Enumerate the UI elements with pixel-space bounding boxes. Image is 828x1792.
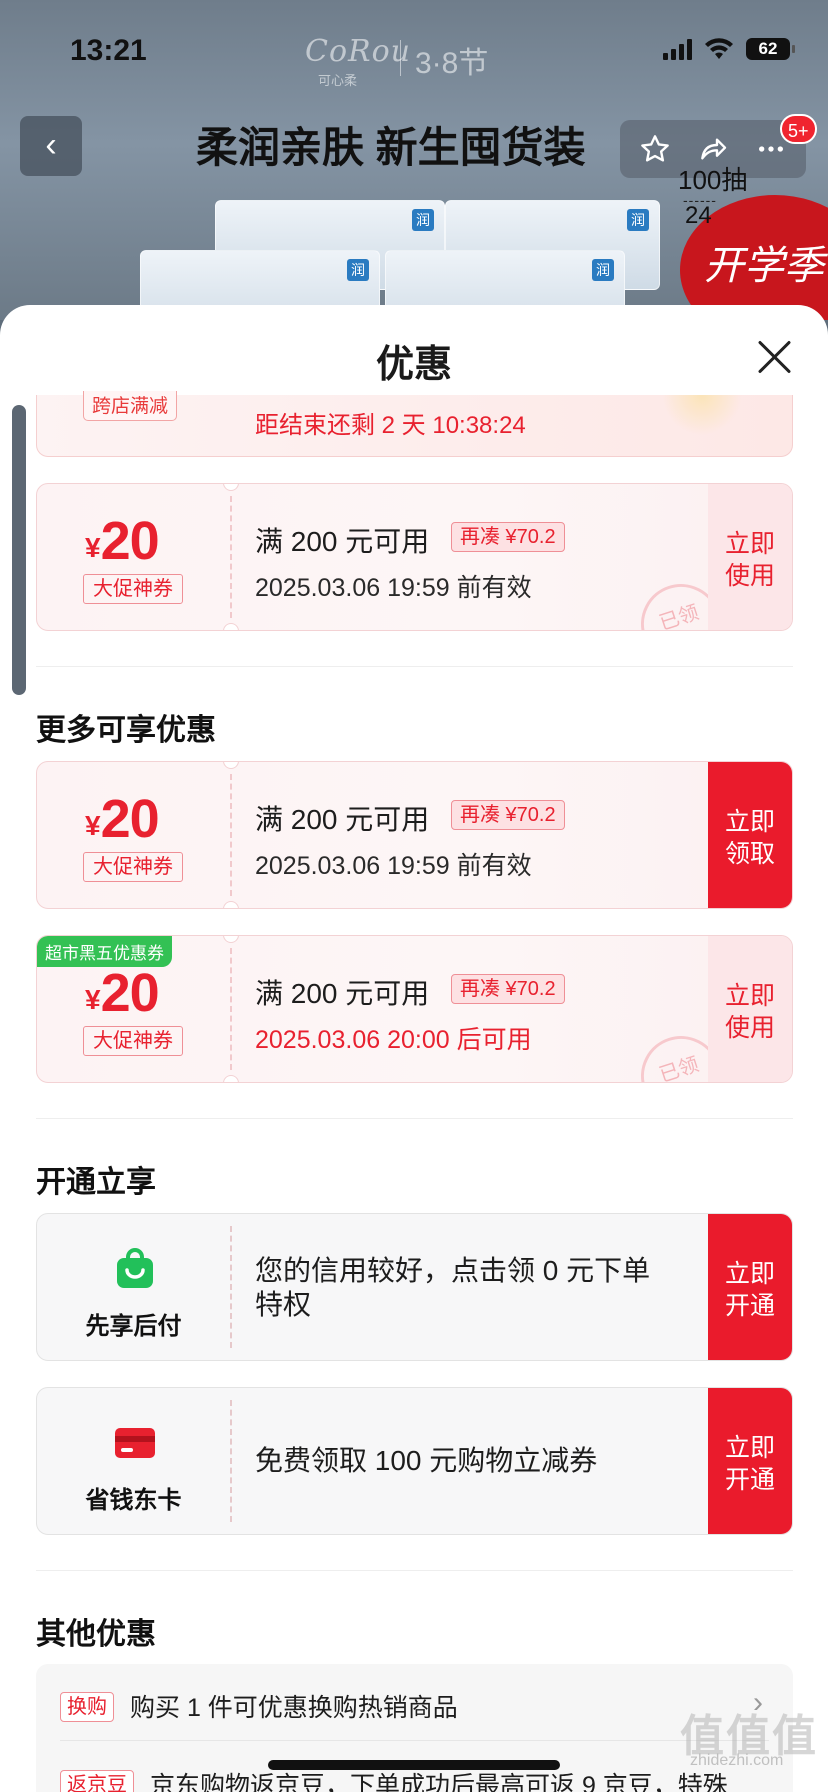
claim-now-button[interactable]: 立即 领取	[708, 762, 792, 908]
cross-store-discount-card[interactable]: 跨店满减 距结束还剩 2 天 10:38:24	[36, 391, 793, 457]
coupon-validity: 2025.03.06 19:59 前有效	[255, 574, 532, 602]
back-button[interactable]: ‹	[20, 116, 82, 176]
promo-stamp-text: 开学季	[704, 243, 824, 289]
coupon-divider	[230, 948, 232, 1070]
package-mark: 润	[592, 259, 614, 281]
coupon-remaining-badge: 再凑 ¥70.2	[451, 522, 565, 552]
coupon-notch	[223, 901, 239, 908]
coupon-condition: 满 200 元可用	[255, 978, 430, 1009]
credit-card-icon	[115, 1428, 155, 1458]
coupon-validity: 2025.03.06 19:59 前有效	[255, 852, 532, 880]
section-title-more: 更多可享优惠	[36, 714, 216, 747]
pack-count-label: 24	[685, 202, 712, 229]
card-divider	[230, 1226, 232, 1348]
section-title-open: 开通立享	[36, 1166, 156, 1199]
savings-card-description: 免费领取 100 元购物立减券	[255, 1445, 598, 1476]
coupon-remaining-badge: 再凑 ¥70.2	[451, 800, 565, 830]
coupon-notch	[223, 1075, 239, 1082]
cellular-signal-icon	[663, 38, 692, 60]
coupon-amount: ¥20	[85, 789, 160, 849]
coupon-card: 超市黑五优惠券 ¥20 大促神券 满 200 元可用 再凑 ¥70.2 2025…	[36, 935, 793, 1083]
message-count-badge: 5+	[780, 114, 817, 144]
use-now-button[interactable]: 立即 使用	[708, 936, 792, 1082]
activate-now-button[interactable]: 立即 开通	[708, 1388, 792, 1534]
offer-tag: 返京豆	[60, 1770, 134, 1792]
sheet-title: 优惠	[375, 344, 452, 386]
home-indicator	[268, 1760, 560, 1770]
list-item[interactable]: 换购 购买 1 件可优惠换购热销商品 ›	[60, 1678, 769, 1738]
discount-sheet: 优惠 跨店满减 距结束还剩 2 天 10:38:24 ¥20 大促神券 满 20…	[0, 305, 828, 1792]
savings-card-card: 省钱东卡 免费领取 100 元购物立减券 立即 开通	[36, 1387, 793, 1535]
product-title: 柔润亲肤 新生囤货装	[196, 124, 586, 171]
row-divider	[60, 1740, 769, 1741]
status-time: 13:21	[70, 34, 147, 67]
card-divider	[230, 1400, 232, 1522]
pay-later-label: 先享后付	[85, 1313, 182, 1340]
brand-separator	[400, 40, 401, 76]
battery-icon: 62	[746, 38, 795, 60]
coupon-type: 大促神券	[83, 574, 183, 604]
section-divider	[36, 1570, 793, 1571]
section-title-other: 其他优惠	[36, 1618, 156, 1651]
activate-now-button[interactable]: 立即 开通	[708, 1214, 792, 1360]
coupon-type: 大促神券	[83, 1026, 183, 1056]
use-now-button[interactable]: 立即 使用	[708, 484, 792, 630]
coupon-divider	[230, 496, 232, 618]
package-mark: 润	[412, 209, 434, 231]
discount-type-tag: 跨店满减	[83, 391, 178, 421]
event-logo: 3·8节	[415, 47, 489, 80]
coupon-type: 大促神券	[83, 852, 183, 882]
coupon-divider	[230, 774, 232, 896]
coupon-condition: 满 200 元可用	[255, 526, 430, 557]
coupon-notch	[223, 484, 239, 491]
wifi-icon	[705, 38, 733, 59]
offer-tag: 换购	[60, 1692, 114, 1722]
favorite-star-icon[interactable]	[639, 133, 671, 165]
section-divider	[36, 666, 793, 667]
coupon-validity: 2025.03.06 20:00 后可用	[255, 1026, 532, 1054]
scrollbar[interactable]	[12, 405, 26, 695]
countdown-text: 距结束还剩 2 天 10:38:24	[255, 412, 526, 439]
status-icons: 62	[663, 38, 795, 60]
coupon-card: ¥20 大促神券 满 200 元可用 再凑 ¥70.2 2025.03.06 1…	[36, 761, 793, 909]
coupon-notch	[223, 936, 239, 943]
close-icon[interactable]	[754, 337, 794, 377]
coupon-amount: ¥20	[85, 963, 160, 1023]
coupon-notch	[223, 762, 239, 769]
section-divider	[36, 1118, 793, 1119]
coupon-notch	[223, 623, 239, 630]
pay-later-description: 您的信用较好，点击领 0 元下单特权	[255, 1255, 651, 1320]
coupon-card: ¥20 大促神券 满 200 元可用 再凑 ¥70.2 2025.03.06 1…	[36, 483, 793, 631]
package-mark: 润	[347, 259, 369, 281]
savings-card-label: 省钱东卡	[85, 1487, 182, 1514]
coupon-remaining-badge: 再凑 ¥70.2	[451, 974, 565, 1004]
offer-text: 购买 1 件可优惠换购热销商品	[130, 1694, 458, 1722]
coupon-amount: ¥20	[85, 511, 160, 571]
watermark-url: zhidezhi.com	[690, 1752, 784, 1769]
pay-later-card: 先享后付 您的信用较好，点击领 0 元下单特权 立即 开通	[36, 1213, 793, 1361]
sparkle-decoration	[662, 395, 742, 435]
brand-subtitle: 可心柔	[318, 73, 358, 88]
coupon-condition: 满 200 元可用	[255, 804, 430, 835]
package-mark: 润	[627, 209, 649, 231]
shopping-bag-icon	[117, 1248, 153, 1288]
brand-logo: CoRou	[305, 34, 411, 69]
